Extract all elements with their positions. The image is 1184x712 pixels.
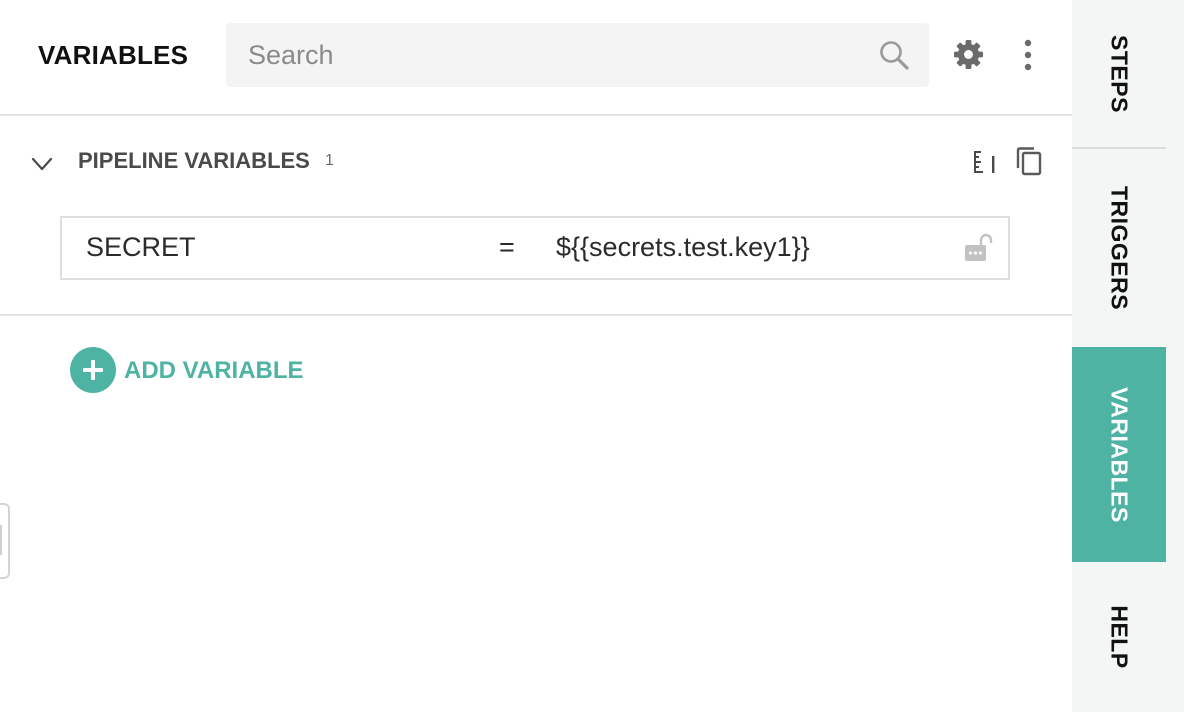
variable-operator: =: [499, 232, 515, 262]
tab-variables[interactable]: VARIABLES: [1072, 347, 1166, 562]
variable-value[interactable]: ${{secrets.test.key1}}: [556, 232, 810, 263]
search-icon[interactable]: [878, 39, 910, 71]
more-vertical-icon[interactable]: [1014, 38, 1042, 72]
gear-icon[interactable]: [953, 39, 984, 70]
variable-count-badge: 1: [325, 152, 334, 169]
search-box[interactable]: [226, 23, 929, 87]
tab-triggers[interactable]: TRIGGERS: [1072, 149, 1166, 347]
add-variable-label[interactable]: ADD VARIABLE: [124, 357, 304, 385]
tab-triggers-label: TRIGGERS: [1106, 185, 1133, 311]
tab-help-label: HELP: [1106, 605, 1133, 669]
app: VARIABLES Search PIPELINE VARIABLES 1 SE…: [0, 0, 1184, 712]
pipeline-variables-section: PIPELINE VARIABLES 1 SECRET = ${{secrets…: [0, 116, 1072, 316]
tab-variables-label: VARIABLES: [1106, 386, 1133, 523]
resize-handle[interactable]: [0, 503, 10, 579]
tab-steps[interactable]: STEPS: [1072, 0, 1166, 147]
copy-icon[interactable]: [1014, 146, 1044, 178]
tab-help[interactable]: HELP: [1072, 562, 1166, 712]
side-tab-rail: STEPS TRIGGERS VARIABLES HELP: [1072, 0, 1184, 712]
sort-icon[interactable]: [970, 148, 1000, 178]
resize-handle-grip: [0, 525, 2, 555]
tab-steps-label: STEPS: [1106, 34, 1133, 113]
section-title: PIPELINE VARIABLES: [78, 148, 310, 173]
variable-row[interactable]: SECRET = ${{secrets.test.key1}}: [60, 216, 1010, 280]
page-title: VARIABLES: [38, 40, 189, 70]
unlocked-lock-icon[interactable]: [964, 232, 996, 262]
chevron-down-icon[interactable]: [30, 152, 54, 176]
variables-panel: VARIABLES Search PIPELINE VARIABLES 1 SE…: [0, 0, 1072, 712]
variable-name[interactable]: SECRET: [86, 232, 196, 263]
plus-circle[interactable]: [70, 347, 116, 393]
panel-header: VARIABLES: [0, 0, 1072, 116]
plus-icon: [83, 360, 103, 380]
search-input[interactable]: [248, 23, 868, 87]
